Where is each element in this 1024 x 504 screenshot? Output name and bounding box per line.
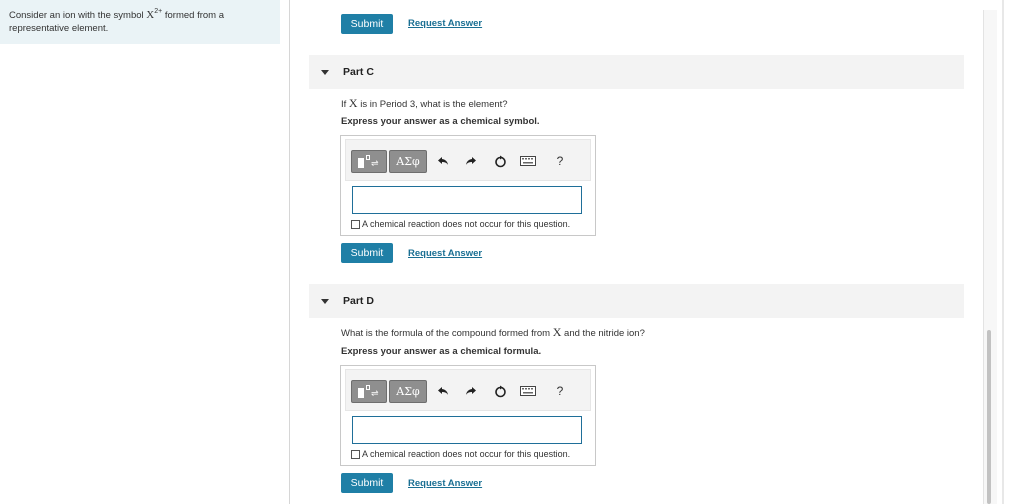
redo-icon[interactable] xyxy=(463,153,479,169)
problem-prompt: Consider an ion with the symbol X2+ form… xyxy=(0,0,280,44)
undo-icon[interactable] xyxy=(435,153,451,169)
undo-icon[interactable] xyxy=(435,383,451,399)
templates-icon[interactable]: ⇌ xyxy=(351,150,387,173)
no-reaction-option[interactable]: A chemical reaction does not occur for t… xyxy=(351,449,570,459)
reset-icon[interactable] xyxy=(492,383,508,399)
help-icon[interactable]: ? xyxy=(552,153,568,169)
request-answer-link-part-c[interactable]: Request Answer xyxy=(408,248,482,259)
part-d-question: What is the formula of the compound form… xyxy=(341,325,645,340)
math-toolbar: ⇌ ΑΣφ ? xyxy=(345,369,591,411)
part-c-question: If X is in Period 3, what is the element… xyxy=(341,96,508,111)
request-answer-link-part-d[interactable]: Request Answer xyxy=(408,478,482,489)
no-reaction-label: A chemical reaction does not occur for t… xyxy=(362,219,571,229)
part-d-title: Part D xyxy=(343,295,374,307)
submit-button-part-b[interactable]: Submit xyxy=(341,14,393,34)
greek-symbols-icon[interactable]: ΑΣφ xyxy=(389,380,427,403)
submit-button-part-c[interactable]: Submit xyxy=(341,243,393,263)
keyboard-icon[interactable] xyxy=(520,383,536,399)
no-reaction-label: A chemical reaction does not occur for t… xyxy=(362,449,571,459)
scrollbar-thumb[interactable] xyxy=(987,330,991,504)
no-reaction-option[interactable]: A chemical reaction does not occur for t… xyxy=(351,219,570,229)
part-d-header[interactable]: Part D xyxy=(309,284,964,318)
part-c-instruction: Express your answer as a chemical symbol… xyxy=(341,116,540,127)
math-toolbar: ⇌ ΑΣφ ? xyxy=(345,139,591,181)
question-suffix: and the nitride ion? xyxy=(561,328,645,339)
submit-button-part-d[interactable]: Submit xyxy=(341,473,393,493)
sidebar: Consider an ion with the symbol X2+ form… xyxy=(0,0,290,504)
main-content: Submit Request Answer Part C If X is in … xyxy=(291,0,983,504)
collapse-caret-icon xyxy=(321,298,329,304)
question-suffix: is in Period 3, what is the element? xyxy=(357,99,508,110)
no-reaction-checkbox[interactable] xyxy=(351,219,360,229)
answer-input[interactable] xyxy=(352,186,582,214)
window-edge xyxy=(1002,0,1004,504)
part-c-header[interactable]: Part C xyxy=(309,55,964,89)
part-d-answer-box: ⇌ ΑΣφ ? A chemical reaction does not occ… xyxy=(340,365,596,466)
help-icon[interactable]: ? xyxy=(552,383,568,399)
reset-icon[interactable] xyxy=(492,153,508,169)
part-c-title: Part C xyxy=(343,66,374,78)
question-prefix: What is the formula of the compound form… xyxy=(341,328,553,339)
no-reaction-checkbox[interactable] xyxy=(351,449,360,459)
templates-icon[interactable]: ⇌ xyxy=(351,380,387,403)
prompt-prefix: Consider an ion with the symbol xyxy=(9,10,147,21)
keyboard-icon[interactable] xyxy=(520,153,536,169)
greek-symbols-icon[interactable]: ΑΣφ xyxy=(389,150,427,173)
request-answer-link-part-b[interactable]: Request Answer xyxy=(408,18,482,29)
part-d-instruction: Express your answer as a chemical formul… xyxy=(341,346,542,357)
collapse-caret-icon xyxy=(321,69,329,75)
part-c-answer-box: ⇌ ΑΣφ ? A chemical reaction does not occ… xyxy=(340,135,596,236)
question-symbol: X xyxy=(348,96,358,110)
answer-input[interactable] xyxy=(352,416,582,444)
redo-icon[interactable] xyxy=(463,383,479,399)
question-prefix: If xyxy=(341,99,349,110)
